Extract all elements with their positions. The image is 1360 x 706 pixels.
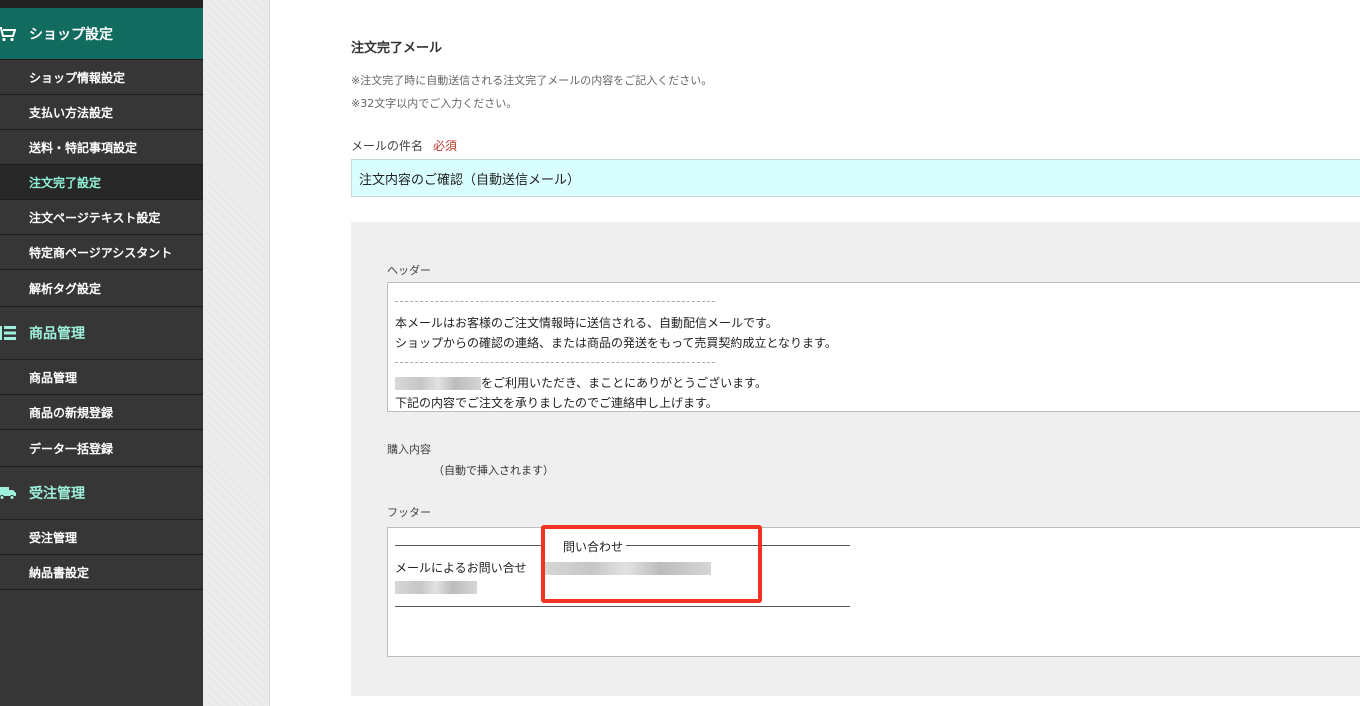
- divider: [395, 606, 850, 607]
- page-title: 注文完了メール: [351, 41, 443, 56]
- sidebar-item-tokutei-assistant[interactable]: 特定商ページアシスタント: [0, 235, 203, 270]
- sidebar-item-bulk-import[interactable]: データ一括登録: [0, 430, 203, 467]
- sidebar: ショップ設定 ショップ情報設定 支払い方法設定 送料・特記事項設定 注文完了設定…: [0, 0, 203, 706]
- content-gutter: [203, 0, 270, 706]
- mail-body-panel: ヘッダー 本メールはお客様のご注文情報時に送信される、自動配信メールです。 ショ…: [351, 222, 1360, 696]
- sidebar-item-shipping[interactable]: 送料・特記事項設定: [0, 130, 203, 165]
- divider: [395, 301, 715, 302]
- instruction-note: ※注文完了時に自動送信される注文完了メールの内容をご記入ください。: [351, 74, 713, 87]
- truck-icon: [0, 484, 16, 502]
- header-line: 下記の内容でご注文を承りましたのでご連絡申し上げます。: [395, 396, 718, 410]
- footer-textarea[interactable]: 問い合わせ メールによるお問い合せ: [387, 527, 1360, 657]
- header-label: ヘッダー: [387, 264, 431, 277]
- main-content: 注文完了メール ※注文完了時に自動送信される注文完了メールの内容をご記入ください…: [271, 0, 1360, 706]
- purchase-content-label: 購入内容: [387, 443, 431, 456]
- sidebar-section-product-management[interactable]: 商品管理: [0, 307, 203, 360]
- subject-label: メールの件名 必須: [351, 137, 457, 154]
- header-line-text: をご利用いただき、まことにありがとうございます。: [481, 376, 767, 390]
- sidebar-item-orders[interactable]: 受注管理: [0, 520, 203, 555]
- footer-line-text: メールによるお問い合せ: [395, 561, 527, 575]
- footer-line: [395, 580, 477, 594]
- sidebar-item-analytics-tag[interactable]: 解析タグ設定: [0, 270, 203, 307]
- instruction-note: ※32文字以内でご入力ください。: [351, 97, 518, 110]
- sidebar-section-order-management[interactable]: 受注管理: [0, 467, 203, 520]
- redacted-shop-name: [395, 377, 481, 390]
- sidebar-section-label: 受注管理: [29, 486, 85, 502]
- required-badge: 必須: [433, 139, 458, 153]
- purchase-auto-note: （自動で挿入されます）: [433, 464, 554, 477]
- sidebar-item-order-complete[interactable]: 注文完了設定: [0, 165, 203, 200]
- sidebar-section-label: ショップ設定: [29, 26, 113, 43]
- sidebar-item-shop-info[interactable]: ショップ情報設定: [0, 60, 203, 95]
- product-list-icon: [0, 324, 16, 342]
- header-line: ショップからの確認の連絡、または商品の発送をもって売買契約成立となります。: [395, 336, 837, 350]
- subject-label-text: メールの件名: [351, 139, 424, 153]
- sidebar-topbar: [0, 0, 203, 8]
- sidebar-section-shop-settings[interactable]: ショップ設定: [0, 8, 203, 60]
- header-line: 本メールはお客様のご注文情報時に送信される、自動配信メールです。: [395, 316, 778, 330]
- cart-icon: [0, 25, 16, 43]
- sidebar-section-label: 商品管理: [29, 326, 85, 342]
- subject-input[interactable]: 注文内容のご確認（自動送信メール）: [351, 159, 1360, 197]
- divider: [395, 545, 545, 546]
- sidebar-item-delivery-slip[interactable]: 納品書設定: [0, 555, 203, 590]
- sidebar-item-payment[interactable]: 支払い方法設定: [0, 95, 203, 130]
- divider: [395, 362, 715, 363]
- footer-label: フッター: [387, 506, 431, 519]
- highlight-box: [541, 525, 762, 603]
- header-line: をご利用いただき、まことにありがとうございます。: [395, 374, 767, 391]
- sidebar-item-new-product[interactable]: 商品の新規登録: [0, 395, 203, 430]
- sidebar-item-products[interactable]: 商品管理: [0, 360, 203, 395]
- header-textarea[interactable]: 本メールはお客様のご注文情報時に送信される、自動配信メールです。 ショップからの…: [387, 282, 1360, 412]
- redacted-contact: [395, 581, 477, 594]
- sidebar-item-order-page-text[interactable]: 注文ページテキスト設定: [0, 200, 203, 235]
